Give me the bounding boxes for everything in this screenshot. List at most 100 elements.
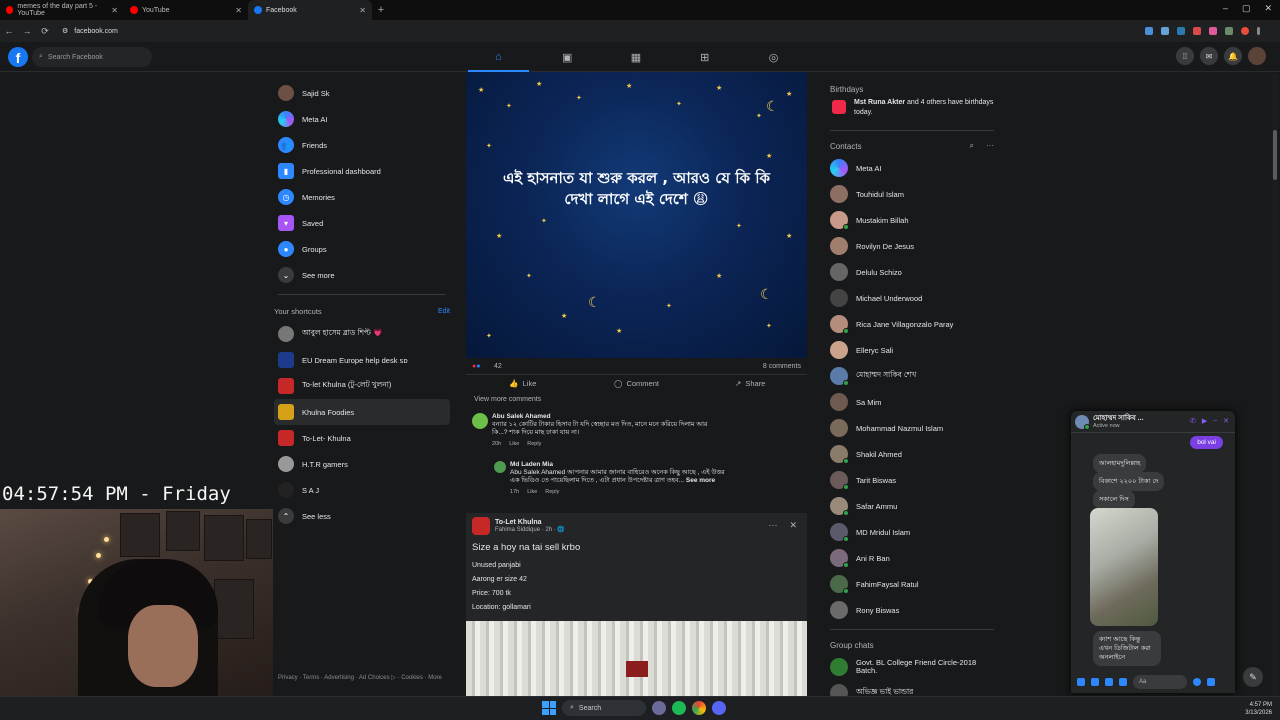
close-window-icon[interactable]: ✕ (1264, 3, 1272, 14)
notifications-icon[interactable]: 🔔 (1224, 47, 1242, 65)
group-chat-item[interactable]: Govt. BL College Friend Circle-2018 Batc… (826, 654, 998, 680)
reload-icon[interactable]: ⟳ (36, 26, 54, 37)
sidebar-item-memories[interactable]: ◷ Memories (274, 184, 450, 210)
more-options-icon[interactable]: ··· (986, 141, 994, 151)
contact-item[interactable]: Ani R Ban (826, 545, 998, 571)
comment-author[interactable]: Md Laden Mia (510, 461, 725, 469)
extension-icon[interactable] (1209, 27, 1217, 35)
group-avatar[interactable] (472, 517, 490, 535)
contact-item[interactable]: Mustakim Billah (826, 207, 998, 233)
home-icon[interactable]: ⌂ (464, 42, 533, 72)
video-call-icon[interactable]: ▶ (1202, 417, 1207, 425)
comment-reply-link[interactable]: Reply (545, 488, 559, 496)
footer-links[interactable]: Privacy · Terms · Advertising · Ad Choic… (278, 674, 448, 683)
shortcut-item[interactable]: EU Dream Europe help desk ꜱᴅ (274, 347, 450, 373)
birthday-notice[interactable]: Mst Runa Akter and 4 others have birthda… (826, 98, 998, 124)
shortcut-item[interactable]: H.T.R gamers (274, 451, 450, 477)
taskbar-search[interactable]: ⌕ Search (562, 700, 646, 716)
contact-item[interactable]: মোহাম্মদ সাকিব শেখ (826, 363, 998, 389)
phone-icon[interactable]: ✆ (1190, 417, 1196, 425)
comments-count[interactable]: 8 comments (763, 363, 801, 370)
contact-item[interactable]: MD Mridul Islam (826, 519, 998, 545)
shortcut-item[interactable]: S A J (274, 477, 450, 503)
close-icon[interactable]: ✕ (789, 520, 797, 531)
taskbar-clock[interactable]: 4:57 PM 3/13/2026 (1245, 701, 1272, 717)
reactions-count[interactable]: 42 (494, 363, 502, 370)
more-options-icon[interactable]: ··· (768, 520, 777, 531)
contact-item[interactable]: Elleryc Sali (826, 337, 998, 363)
sidebar-item-meta-ai[interactable]: Meta AI (274, 106, 450, 132)
contact-item[interactable]: Shakil Ahmed (826, 441, 998, 467)
contact-item[interactable]: Rica Jane Villagonzalo Paray (826, 311, 998, 337)
mic-icon[interactable] (1077, 678, 1085, 686)
minimize-icon[interactable]: – (1213, 417, 1217, 425)
tab-facebook[interactable]: Facebook ✕ (248, 0, 372, 20)
contact-item[interactable]: Delulu Schizo (826, 259, 998, 285)
avatar[interactable] (494, 461, 506, 473)
comment-like-link[interactable]: Like (509, 440, 519, 448)
reaction-icons[interactable]: ●● (472, 363, 480, 370)
facebook-search-input[interactable]: ⌕ Search Facebook (32, 47, 152, 67)
shortcut-item[interactable]: To-let Khulna (টু-লেট খুলনা) (274, 373, 450, 399)
see-more-link[interactable]: See more (686, 477, 715, 484)
groups-icon[interactable]: ◎ (739, 42, 808, 72)
video-icon[interactable]: ▣ (533, 42, 602, 72)
gif-icon[interactable] (1119, 678, 1127, 686)
task-view-icon[interactable] (652, 701, 666, 715)
chrome-icon[interactable] (692, 701, 706, 715)
marketplace-icon[interactable]: ⊞ (670, 42, 739, 72)
extension-icon[interactable] (1193, 27, 1201, 35)
contact-item[interactable]: Sa Mim (826, 389, 998, 415)
discord-icon[interactable] (712, 701, 726, 715)
extension-icon[interactable] (1145, 27, 1153, 35)
spotify-icon[interactable] (672, 701, 686, 715)
new-message-button[interactable]: ✎ (1243, 667, 1263, 687)
chat-header[interactable]: মোহাম্মদ সাকিব ... Active now ✆ ▶ – ✕ (1071, 411, 1235, 433)
back-icon[interactable]: ← (0, 26, 18, 36)
apps-grid-icon[interactable]: ⁞⁞ (1176, 47, 1194, 65)
shortcut-item[interactable]: আবুল হাসেম ব্লাড শিপ্ট 💗 (274, 321, 450, 347)
chat-photo[interactable] (1090, 508, 1158, 626)
extension-icon[interactable] (1177, 27, 1185, 35)
site-info-icon[interactable]: ⚙ (62, 27, 68, 35)
shortcut-item[interactable]: Khulna Foodies (274, 399, 450, 425)
messenger-icon[interactable]: ✉ (1200, 47, 1218, 65)
close-icon[interactable]: ✕ (111, 6, 118, 15)
new-tab-button[interactable]: + (372, 4, 390, 16)
facebook-logo[interactable]: f (8, 47, 28, 67)
tab-youtube[interactable]: YouTube ✕ (124, 0, 248, 20)
view-more-comments-link[interactable]: View more comments (474, 396, 541, 403)
minimize-icon[interactable]: – (1223, 3, 1228, 14)
contact-item[interactable]: FahimFaysal Ratul (826, 571, 998, 597)
comment-reply-link[interactable]: Reply (527, 440, 541, 448)
forward-icon[interactable]: → (18, 26, 36, 36)
image-icon[interactable] (1091, 678, 1099, 686)
comment-like-link[interactable]: Like (527, 488, 537, 496)
windows-start-icon[interactable] (542, 701, 556, 715)
avatar[interactable] (472, 413, 488, 429)
scrollbar-thumb[interactable] (1273, 130, 1277, 180)
extension-icon[interactable] (1225, 27, 1233, 35)
sidebar-item-friends[interactable]: 👥 Friends (274, 132, 450, 158)
menu-icon[interactable] (1257, 27, 1260, 35)
comment-button[interactable]: ◯ Comment (580, 375, 694, 392)
sticker-icon[interactable] (1105, 678, 1113, 686)
post-image[interactable]: ★ ✦ ★ ✦ ★ ✦ ★ ✦ ★ ✦ ★ ★ ✦ ★ ✦ ★ ✦ ★ ✦ ★ … (466, 72, 807, 358)
sidebar-item-profile[interactable]: Sajid Sk (274, 80, 450, 106)
contact-item[interactable]: Touhidul Islam (826, 181, 998, 207)
sidebar-item-saved[interactable]: ▾ Saved (274, 210, 450, 236)
tab-youtube-memes[interactable]: memes of the day part 5 - YouTube ✕ (0, 0, 124, 20)
search-icon[interactable]: ⌕ (970, 141, 974, 151)
maximize-icon[interactable]: ▢ (1242, 3, 1251, 14)
profile-avatar[interactable] (1248, 47, 1266, 65)
post-author-meta[interactable]: Fahima Siddique · 2h · 🌐 (495, 526, 565, 533)
contact-item[interactable]: Michael Underwood (826, 285, 998, 311)
emoji-icon[interactable] (1193, 678, 1201, 686)
close-icon[interactable]: ✕ (1223, 417, 1229, 425)
like-icon[interactable] (1207, 678, 1215, 686)
post-photo[interactable] (466, 621, 807, 703)
share-button[interactable]: ↗ Share (693, 375, 807, 392)
group-name[interactable]: To-Let Khulna (495, 519, 565, 526)
profile-icon[interactable] (1241, 27, 1249, 35)
extension-icon[interactable] (1161, 27, 1169, 35)
